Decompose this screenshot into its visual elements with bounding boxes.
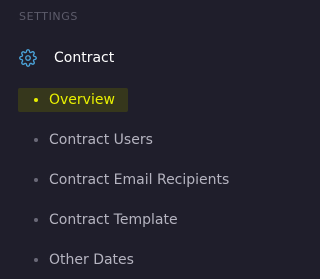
nav-item-label: Contract Template	[49, 212, 178, 228]
bullet-dot-icon	[34, 258, 38, 262]
nav-item-label: Contract Email Recipients	[49, 172, 230, 188]
nav-item-contract-users[interactable]: Contract Users	[0, 128, 258, 152]
nav-item-label: Other Dates	[49, 252, 134, 268]
bullet-dot-icon	[34, 178, 38, 182]
nav-item-label: Contract Users	[49, 132, 153, 148]
contract-group-toggle[interactable]: Contract	[0, 44, 258, 72]
nav-item-contract-template[interactable]: Contract Template	[0, 208, 258, 232]
contract-group-label: Contract	[54, 50, 115, 66]
bullet-dot-icon	[34, 98, 38, 102]
gear-icon	[19, 49, 37, 67]
nav-item-overview[interactable]: Overview	[0, 88, 258, 112]
nav-item-other-dates[interactable]: Other Dates	[0, 248, 258, 272]
nav-item-label: Overview	[49, 92, 115, 108]
bullet-dot-icon	[34, 218, 38, 222]
section-title: SETTINGS	[19, 10, 78, 23]
bullet-dot-icon	[34, 138, 38, 142]
settings-sidebar: SETTINGS Contract Overview Contract User…	[0, 0, 258, 279]
nav-item-contract-email-recipients[interactable]: Contract Email Recipients	[0, 168, 258, 192]
